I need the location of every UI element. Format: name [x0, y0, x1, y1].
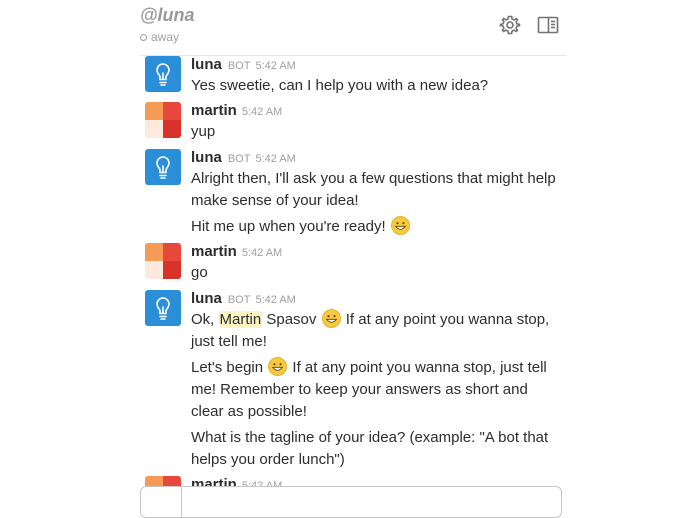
message-text: yup	[191, 123, 216, 140]
avatar[interactable]	[145, 149, 181, 185]
avatar[interactable]	[145, 290, 181, 326]
channel-name[interactable]: @luna	[140, 5, 195, 26]
message-text: go	[191, 264, 208, 281]
message-text: Alright then, I'll ask you a few questio…	[191, 170, 556, 209]
message-timestamp[interactable]: 5:42 AM	[255, 153, 295, 165]
bot-lightbulb-icon	[156, 156, 170, 179]
message-author[interactable]: luna	[191, 290, 222, 307]
message-author[interactable]: luna	[191, 56, 222, 73]
message-text: What is the tagline of your idea? (examp…	[191, 429, 549, 468]
grinning-face-icon	[321, 309, 341, 328]
avatar[interactable]	[145, 102, 181, 138]
bot-lightbulb-icon	[156, 63, 170, 86]
presence-status: away	[140, 30, 179, 44]
avatar[interactable]	[145, 56, 181, 92]
user-avatar-image	[145, 102, 181, 138]
message-text: Let's begin If at any point you wanna st…	[191, 357, 561, 423]
avatar[interactable]	[145, 243, 181, 279]
user-avatar-image	[145, 243, 181, 279]
message-timestamp[interactable]: 5:42 AM	[255, 294, 295, 306]
presence-dot-icon	[140, 33, 147, 41]
message-timestamp[interactable]: 5:42 AM	[242, 247, 282, 259]
presence-label: away	[151, 30, 180, 44]
message-text: Ok, Martin Spasov If at any point you wa…	[191, 309, 561, 353]
message-text-span: Hit me up when you're ready!	[191, 218, 386, 235]
composer-divider	[181, 487, 182, 517]
toggle-sidebar-button[interactable]	[537, 14, 559, 36]
message-author[interactable]: luna	[191, 149, 222, 166]
message-text: Yes sweetie, can I help you with a new i…	[191, 77, 489, 94]
gear-icon	[499, 15, 521, 35]
user-mention[interactable]: Martin	[218, 311, 263, 328]
message-list[interactable]: luna BOT 5:42 AM Yes sweetie, can I help y…	[0, 56, 695, 494]
grinning-face-icon	[268, 357, 288, 376]
settings-button[interactable]	[499, 14, 521, 36]
message-text: Hit me up when you're ready!	[191, 216, 561, 238]
sidebar-toggle-icon	[537, 16, 559, 34]
message-author[interactable]: martin	[191, 102, 237, 119]
message-text-span: Let's begin	[191, 359, 268, 376]
channel-header: @luna away	[140, 0, 567, 56]
bot-lightbulb-icon	[156, 297, 170, 320]
message-timestamp[interactable]: 5:42 AM	[255, 60, 295, 72]
message-timestamp[interactable]: 5:42 AM	[242, 106, 282, 118]
message-text-span: Ok,	[191, 311, 219, 328]
grinning-face-icon	[390, 216, 410, 235]
bot-badge: BOT	[227, 294, 251, 306]
bot-badge: BOT	[227, 153, 251, 165]
message-author[interactable]: martin	[191, 243, 237, 260]
bot-badge: BOT	[227, 60, 251, 72]
message-composer[interactable]	[140, 486, 562, 518]
message-text-span: Spasov	[262, 311, 321, 328]
